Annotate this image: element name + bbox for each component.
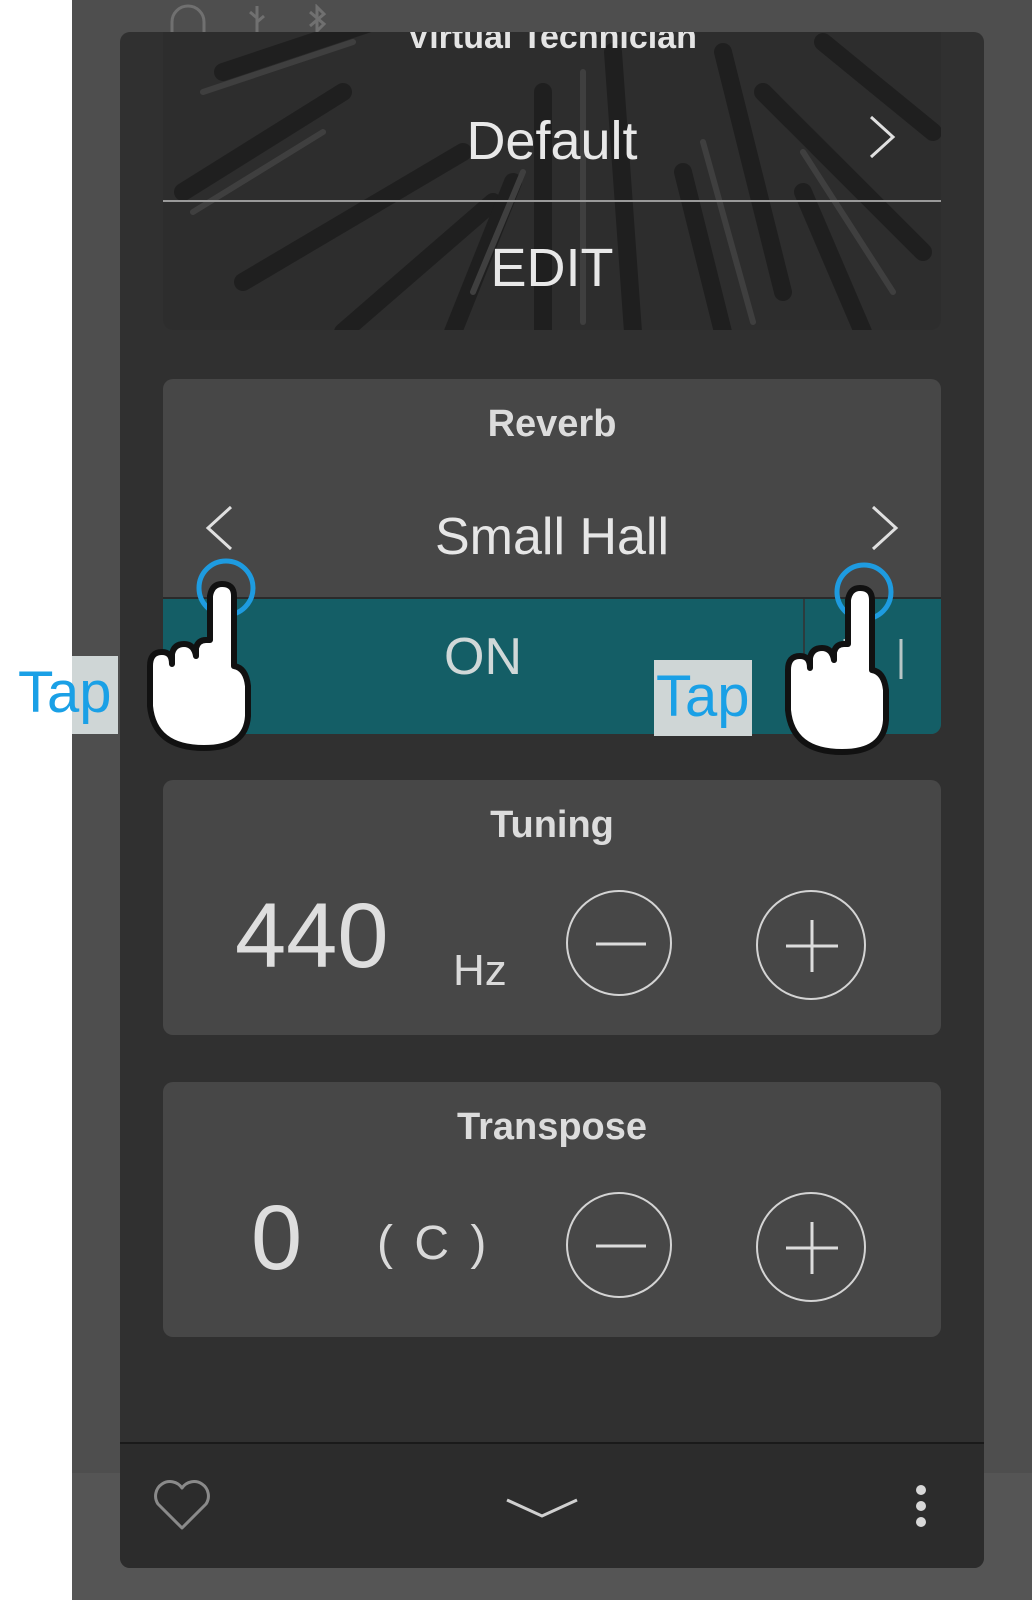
- tuning-decrease-button[interactable]: [566, 890, 672, 996]
- headphones-icon: [170, 4, 206, 32]
- virtual-technician-title: Virtual Technician: [407, 32, 697, 56]
- tuning-title: Tuning: [490, 804, 614, 846]
- chevron-right-icon[interactable]: [867, 114, 897, 160]
- transpose-increase-button[interactable]: [756, 1192, 866, 1302]
- tuning-unit: Hz: [453, 946, 507, 995]
- transpose-key: ( C ): [377, 1217, 491, 1270]
- transpose-title: Transpose: [456, 1106, 648, 1148]
- chevron-right-icon[interactable]: [867, 504, 901, 552]
- reverb-type-value: Small Hall: [434, 508, 670, 566]
- tuning-card: Tuning 440 Hz: [163, 780, 941, 1035]
- reverb-title: Reverb: [487, 403, 617, 445]
- plus-icon: [786, 920, 838, 972]
- tapping-hand-icon: [785, 562, 894, 755]
- tapping-hand-icon: [147, 558, 256, 751]
- transpose-decrease-button[interactable]: [566, 1192, 672, 1298]
- settings-panel: Virtual Technician Default EDIT Reverb S…: [120, 32, 984, 1568]
- usb-icon: [249, 6, 265, 32]
- heart-icon[interactable]: [152, 1480, 212, 1532]
- transpose-value: 0: [251, 1187, 303, 1289]
- bluetooth-icon: [309, 4, 327, 34]
- plus-icon: [786, 1222, 838, 1274]
- status-bar: [168, 4, 328, 34]
- tuning-increase-button[interactable]: [756, 890, 866, 1000]
- tap-annotation-right: Tap: [654, 660, 752, 736]
- more-options-icon[interactable]: [914, 1484, 928, 1528]
- divider: [163, 200, 941, 202]
- edit-button[interactable]: EDIT: [163, 237, 941, 299]
- transpose-card: Transpose 0 ( C ): [163, 1082, 941, 1337]
- tuning-value: 440: [235, 885, 389, 987]
- minus-icon: [596, 942, 646, 946]
- virtual-technician-card[interactable]: Virtual Technician Default EDIT: [163, 32, 941, 330]
- chevron-down-icon[interactable]: [504, 1496, 580, 1520]
- tap-annotation-left: Tap: [18, 660, 112, 725]
- virtual-technician-value: Default: [466, 111, 638, 171]
- minus-icon: [596, 1244, 646, 1248]
- bottom-bar: [120, 1442, 984, 1568]
